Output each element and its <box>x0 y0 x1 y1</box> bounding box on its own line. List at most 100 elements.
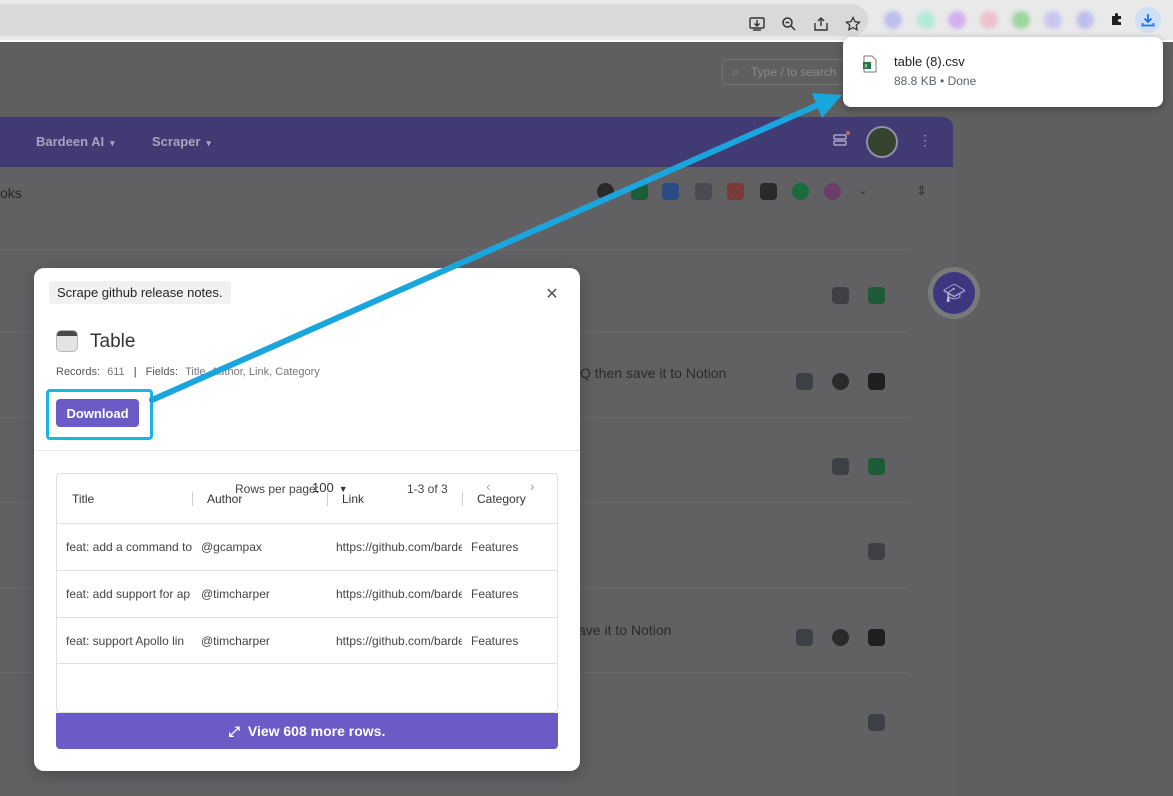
download-bubble[interactable]: x table (8).csv 88.8 KB • Done <box>843 37 1163 107</box>
expand-collapse-icon[interactable]: ⇕ <box>916 183 933 200</box>
graduation-cap-icon: 🎓︎ <box>933 272 975 314</box>
column-divider[interactable] <box>462 492 463 506</box>
table-cell: @timcharper <box>201 587 270 601</box>
notifications-icon[interactable] <box>832 131 850 149</box>
chevron-down-icon[interactable]: ⌄ <box>858 183 875 200</box>
openai-icon[interactable] <box>597 183 614 200</box>
google-sheets-icon <box>868 287 885 304</box>
next-page-icon[interactable]: › <box>530 478 535 494</box>
share-icon[interactable] <box>812 15 830 33</box>
address-bar[interactable] <box>0 4 868 36</box>
table-cell: https://github.com/bardeen <box>336 634 462 648</box>
more-vertical-icon[interactable]: ⋮ <box>918 132 936 150</box>
rows-per-page-select[interactable]: 100 ▼ <box>312 480 348 495</box>
data-table: Title Author Link Category feat: add a c… <box>56 473 558 713</box>
table-cell: @gcampax <box>201 540 262 554</box>
modal-divider <box>34 450 580 451</box>
expand-icon: ⤢ <box>228 722 240 739</box>
download-icon <box>1141 14 1155 27</box>
zoom-icon[interactable] <box>780 15 798 33</box>
download-button[interactable]: Download <box>56 399 139 427</box>
table-meta: Records: 611 | Fields: Title, Author, Li… <box>56 366 320 378</box>
table-cell: https://github.com/bardeen <box>336 540 462 554</box>
table-cell: Features <box>471 587 519 601</box>
notion-icon <box>868 373 885 390</box>
note-icon <box>868 714 885 731</box>
nav-label: Bardeen AI <box>36 134 105 149</box>
extension-icon[interactable] <box>917 11 935 29</box>
bookmark-star-icon[interactable] <box>844 15 862 33</box>
extension-icon[interactable] <box>1076 11 1094 29</box>
table-cell: @timcharper <box>201 634 270 648</box>
search-icon: ⌕ <box>732 64 740 79</box>
column-divider[interactable] <box>192 492 193 506</box>
fields-list: Title, Author, Link, Category <box>185 366 320 378</box>
table-cell: feat: add a command to <box>66 540 193 554</box>
table-row[interactable]: feat: add a command to @gcampax https://… <box>57 524 557 571</box>
browser-toolbar <box>0 0 1173 42</box>
install-app-icon[interactable] <box>748 15 766 33</box>
tab-label: oks <box>0 185 22 201</box>
downloads-button[interactable] <box>1135 7 1161 33</box>
extension-icon[interactable] <box>1044 11 1062 29</box>
learn-button[interactable]: 🎓︎ <box>928 267 980 319</box>
column-header[interactable]: Title <box>72 492 94 506</box>
google-sheets-icon <box>868 458 885 475</box>
notion-icon[interactable] <box>760 183 777 200</box>
table-cell: https://github.com/bardeen <box>336 587 462 601</box>
caret-down-icon: ▼ <box>338 484 348 494</box>
openai-icon <box>832 629 849 646</box>
download-status: 88.8 KB • Done <box>894 74 977 88</box>
note-icon <box>796 373 813 390</box>
avatar[interactable] <box>866 126 898 158</box>
pagination-range: 1-3 of 3 <box>407 482 448 496</box>
row-divider <box>0 249 910 250</box>
panel-header: Bardeen AI ▾ Scraper ▾ ⋮ <box>0 117 953 167</box>
view-more-button[interactable]: ⤢ View 608 more rows. <box>56 713 558 749</box>
google-sheets-icon[interactable] <box>631 183 648 200</box>
note-icon <box>796 629 813 646</box>
table-icon <box>56 330 78 352</box>
notion-icon <box>868 629 885 646</box>
view-more-label: View 608 more rows. <box>247 723 386 739</box>
playbook-title[interactable]: Q then save it to Notion <box>580 365 726 381</box>
table-cell: Features <box>471 634 519 648</box>
note-icon <box>832 458 849 475</box>
csv-file-icon: x <box>863 55 877 73</box>
table-cell: feat: add support for ap <box>66 587 191 601</box>
nav-scraper[interactable]: Scraper ▾ <box>152 134 211 149</box>
table-cell: feat: support Apollo lin <box>66 634 185 648</box>
svg-text:x: x <box>865 64 868 70</box>
previous-page-icon[interactable]: ‹ <box>486 478 491 494</box>
meta-separator: | <box>133 366 137 378</box>
table-cell: Features <box>471 540 519 554</box>
whatsapp-icon[interactable] <box>792 183 809 200</box>
note-icon[interactable] <box>695 183 712 200</box>
table-row[interactable]: feat: support Apollo lin @timcharper htt… <box>57 618 557 664</box>
openai-icon <box>832 373 849 390</box>
extension-icon[interactable] <box>1012 11 1030 29</box>
playbook-title[interactable]: ave it to Notion <box>578 622 671 638</box>
extension-icon[interactable] <box>948 11 966 29</box>
fields-label: Fields: <box>145 366 179 378</box>
extensions-puzzle-icon[interactable] <box>1108 11 1126 29</box>
records-count: 611 <box>107 366 125 378</box>
close-icon[interactable]: ✕ <box>544 287 560 303</box>
extension-icon[interactable] <box>980 11 998 29</box>
table-row[interactable]: feat: add support for ap @timcharper htt… <box>57 571 557 618</box>
column-header[interactable]: Category <box>477 492 526 506</box>
table-modal: Scrape github release notes. ✕ Table Rec… <box>34 268 580 771</box>
google-docs-icon[interactable] <box>662 183 679 200</box>
search-placeholder: Type / to search <box>751 65 837 79</box>
modal-title: Table <box>90 331 136 352</box>
rows-per-page-label: Rows per page: <box>235 482 320 496</box>
nav-label: Scraper <box>152 134 201 149</box>
clickup-icon[interactable] <box>824 183 841 200</box>
extension-icon[interactable] <box>884 11 902 29</box>
gmail-icon[interactable] <box>727 183 744 200</box>
note-icon <box>868 543 885 560</box>
rows-per-page-value: 100 <box>312 480 334 495</box>
chevron-down-icon: ▾ <box>110 138 115 148</box>
download-file-name[interactable]: table (8).csv <box>894 54 965 69</box>
nav-bardeen-ai[interactable]: Bardeen AI ▾ <box>36 134 115 149</box>
